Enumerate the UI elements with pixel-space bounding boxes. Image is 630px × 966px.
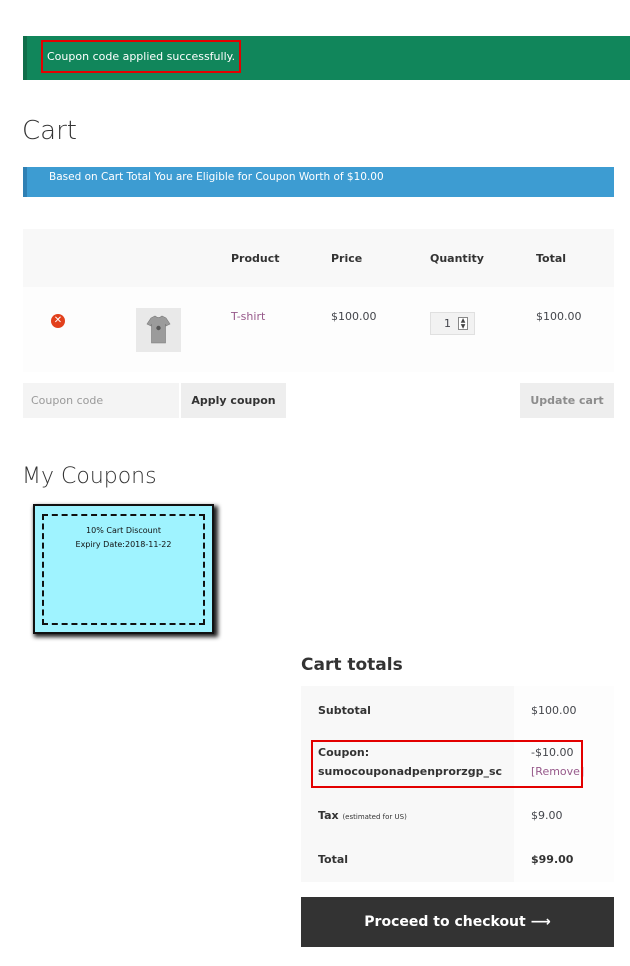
info-notice: Based on Cart Total You are Eligible for… <box>23 167 614 197</box>
info-message: Based on Cart Total You are Eligible for… <box>49 171 384 183</box>
coupon-card[interactable]: 10% Cart Discount Expiry Date:2018-11-22 <box>33 504 214 634</box>
cart-totals-title: Cart totals <box>301 655 403 675</box>
notice-accent-bar <box>23 36 27 80</box>
page-title: Cart <box>22 116 77 146</box>
product-link[interactable]: T-shirt <box>231 310 265 323</box>
header-price: Price <box>331 252 363 265</box>
tshirt-icon <box>146 315 171 344</box>
remove-item-icon[interactable]: ✕ <box>51 314 65 328</box>
subtotal-row: Subtotal $100.00 <box>301 686 614 735</box>
coupon-card-border: 10% Cart Discount Expiry Date:2018-11-22 <box>42 514 205 625</box>
proceed-to-checkout-button[interactable]: Proceed to checkout ⟶ <box>301 897 614 947</box>
quantity-value: 1 <box>444 317 451 330</box>
total-value: $99.00 <box>531 853 574 866</box>
header-total: Total <box>536 252 567 265</box>
coupon-expiry: Expiry Date:2018-11-22 <box>75 540 172 549</box>
cart-table: Product Price Quantity Total ✕ T-shirt $… <box>23 229 614 372</box>
product-thumbnail[interactable] <box>136 308 181 352</box>
tax-value: $9.00 <box>531 809 563 822</box>
update-cart-button[interactable]: Update cart <box>520 383 614 418</box>
spinner-icon[interactable]: ▲ ▼ <box>458 317 468 330</box>
item-total: $100.00 <box>536 310 582 323</box>
coupon-name: 10% Cart Discount <box>86 526 161 535</box>
my-coupons-title: My Coupons <box>22 464 157 489</box>
tax-note: (estimated for US) <box>342 813 407 821</box>
success-notice: Coupon code applied successfully. <box>23 36 630 80</box>
apply-coupon-button[interactable]: Apply coupon <box>181 383 286 418</box>
success-message: Coupon code applied successfully. <box>41 40 242 73</box>
subtotal-value: $100.00 <box>531 704 577 717</box>
checkout-label: Proceed to checkout <box>364 914 526 930</box>
total-row: Total $99.00 <box>301 839 614 882</box>
item-price: $100.00 <box>331 310 377 323</box>
subtotal-label: Subtotal <box>318 704 371 717</box>
header-product: Product <box>231 252 280 265</box>
coupon-code-input[interactable] <box>23 383 179 418</box>
arrow-right-icon: ⟶ <box>530 914 551 930</box>
quantity-stepper[interactable]: 1 ▲ ▼ <box>430 312 475 335</box>
tax-label: Tax (estimated for US) <box>318 809 407 822</box>
cart-item-row: ✕ T-shirt $100.00 1 ▲ ▼ $100.00 <box>23 287 614 372</box>
coupon-highlight-box <box>311 740 583 788</box>
total-label: Total <box>318 853 349 866</box>
cart-table-header: Product Price Quantity Total <box>23 229 614 287</box>
notice-accent-bar <box>23 167 27 197</box>
tax-row: Tax (estimated for US) $9.00 <box>301 791 614 839</box>
header-quantity: Quantity <box>430 252 484 265</box>
